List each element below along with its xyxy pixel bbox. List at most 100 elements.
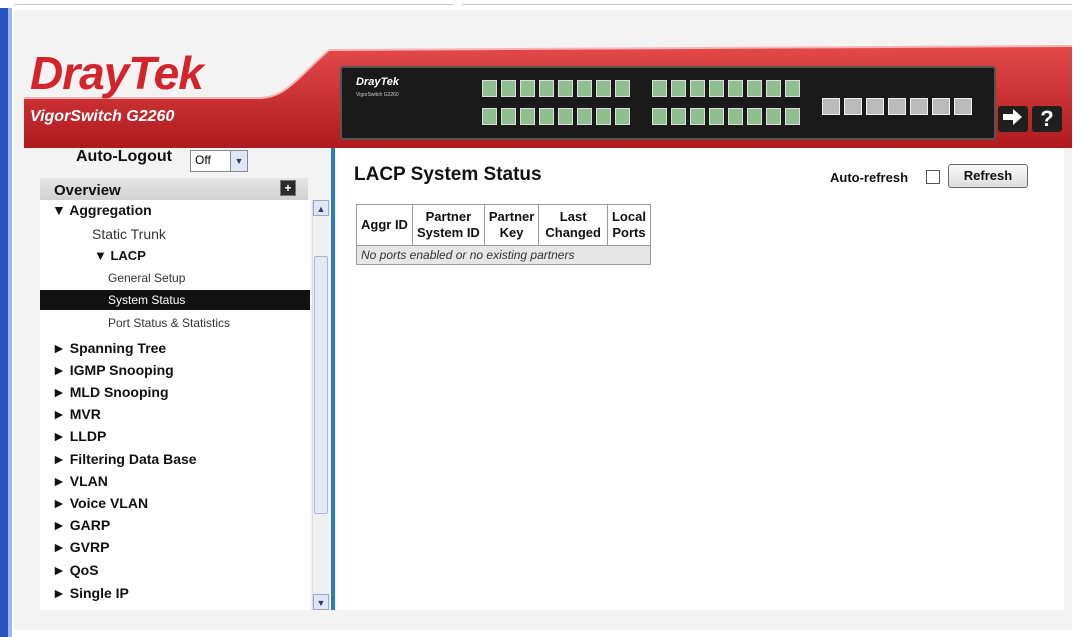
port-group: [652, 108, 800, 125]
port-icon: [501, 80, 516, 97]
sfp-port-icon: [888, 98, 906, 115]
port-icon: [577, 80, 592, 97]
header-text: Key: [499, 225, 524, 240]
port-icon: [728, 108, 743, 125]
col-last-changed: Last Changed: [538, 204, 608, 246]
chevron-down-icon[interactable]: ▼: [230, 151, 247, 171]
auto-refresh-checkbox[interactable]: [926, 170, 940, 184]
logout-button[interactable]: [998, 106, 1028, 132]
sfp-group: [822, 98, 972, 115]
port-icon: [709, 80, 724, 97]
header-text: Local: [611, 209, 646, 224]
sidebar-scrollbar[interactable]: ▲ ▼: [312, 200, 329, 610]
port-icon: [747, 80, 762, 97]
port-icon: [482, 108, 497, 125]
port-icon: [577, 108, 592, 125]
port-icon: [482, 80, 497, 97]
header-text: System ID: [416, 225, 480, 240]
sfp-port-icon: [910, 98, 928, 115]
left-accent-bar-light: [8, 8, 12, 637]
device-brand: DrayTek: [356, 76, 400, 88]
port-group: [482, 80, 630, 97]
top-border-line: [462, 0, 1072, 5]
menu-item-lacp[interactable]: ▼ LACP: [94, 248, 146, 263]
overview-header[interactable]: Overview +: [40, 178, 308, 200]
table-row: No ports enabled or no existing partners: [356, 245, 651, 265]
device-model: VigorSwitch G2260: [356, 92, 399, 98]
port-icon: [785, 108, 800, 125]
auto-logout-select[interactable]: Off ▼: [190, 150, 248, 172]
port-icon: [501, 108, 516, 125]
col-aggr-id: Aggr ID: [356, 204, 413, 246]
sfp-port-icon: [954, 98, 972, 115]
menu-item-vlan[interactable]: ► VLAN: [52, 473, 108, 489]
port-group: [652, 80, 800, 97]
menu-item-general-setup[interactable]: General Setup: [108, 271, 185, 285]
port-icon: [728, 80, 743, 97]
port-icon: [615, 108, 630, 125]
top-border-line: [14, 0, 454, 5]
menu-item-single-ip[interactable]: ► Single IP: [52, 585, 129, 601]
scroll-down-icon[interactable]: ▼: [313, 594, 329, 610]
menu-item-port-status-statistics[interactable]: Port Status & Statistics: [108, 316, 230, 330]
menu-item-spanning-tree[interactable]: ► Spanning Tree: [52, 340, 166, 356]
menu-item-lldp[interactable]: ► LLDP: [52, 428, 106, 444]
header-text: Aggr ID: [361, 217, 408, 232]
header-text: Ports: [612, 225, 646, 240]
port-group: [482, 108, 630, 125]
col-partner-system-id: Partner System ID: [411, 204, 485, 246]
menu-item-igmp-snooping[interactable]: ► IGMP Snooping: [52, 362, 174, 378]
port-icon: [520, 80, 535, 97]
overview-label: Overview: [54, 182, 121, 199]
sfp-port-icon: [844, 98, 862, 115]
menu-item-voice-vlan[interactable]: ► Voice VLAN: [52, 495, 148, 511]
menu-item-qos[interactable]: ► QoS: [52, 562, 99, 578]
refresh-button[interactable]: Refresh: [948, 164, 1028, 188]
empty-message: No ports enabled or no existing partners: [356, 245, 651, 265]
port-icon: [671, 108, 686, 125]
menu-item-mvr[interactable]: ► MVR: [52, 406, 101, 422]
header-text: Last: [559, 209, 587, 224]
menu-item-system-status[interactable]: System Status: [40, 290, 310, 310]
port-icon: [690, 80, 705, 97]
port-icon: [690, 108, 705, 125]
port-icon: [671, 80, 686, 97]
sfp-port-icon: [866, 98, 884, 115]
port-icon: [652, 108, 667, 125]
header-text: Partner: [425, 209, 472, 224]
port-icon: [539, 80, 554, 97]
scrollbar-thumb[interactable]: [314, 256, 328, 514]
port-icon: [766, 80, 781, 97]
table-header-row: Aggr ID Partner System ID Partner Key Last…: [356, 204, 651, 246]
header-text: Changed: [545, 225, 601, 240]
expand-plus-icon[interactable]: +: [280, 180, 296, 196]
sidebar-menu: ▼ Aggregation Static Trunk ▼ LACP Genera…: [40, 200, 310, 610]
port-icon: [747, 108, 762, 125]
auto-logout-value: Off: [195, 153, 211, 167]
menu-item-aggregation[interactable]: ▼ Aggregation: [52, 202, 152, 218]
sfp-port-icon: [932, 98, 950, 115]
port-icon: [520, 108, 535, 125]
help-button[interactable]: ?: [1032, 106, 1062, 132]
page-title: LACP System Status: [354, 164, 542, 185]
menu-item-filtering-data-base[interactable]: ► Filtering Data Base: [52, 451, 197, 467]
exit-arrow-icon: [1003, 109, 1022, 125]
menu-item-garp[interactable]: ► GARP: [52, 517, 110, 533]
auto-refresh-label: Auto-refresh: [830, 170, 909, 185]
port-icon: [652, 80, 667, 97]
switch-device-image: DrayTek VigorSwitch G2260: [340, 66, 996, 140]
menu-item-static-trunk[interactable]: Static Trunk: [92, 226, 166, 242]
main-content: LACP System Status Auto-refresh Refresh …: [336, 148, 1064, 610]
port-icon: [596, 108, 611, 125]
pane-divider[interactable]: [331, 148, 335, 610]
port-icon: [558, 108, 573, 125]
draytek-logo: DrayTek: [30, 47, 204, 99]
header-banner: DrayTek VigorSwitch G2260 DrayTek VigorS…: [24, 36, 1072, 148]
menu-item-mld-snooping[interactable]: ► MLD Snooping: [52, 384, 169, 400]
port-icon: [596, 80, 611, 97]
port-icon: [615, 80, 630, 97]
lacp-status-table: Aggr ID Partner System ID Partner Key Last…: [356, 204, 651, 265]
header-text: Partner: [488, 209, 535, 224]
menu-item-gvrp[interactable]: ► GVRP: [52, 539, 109, 555]
scroll-up-icon[interactable]: ▲: [313, 200, 329, 216]
